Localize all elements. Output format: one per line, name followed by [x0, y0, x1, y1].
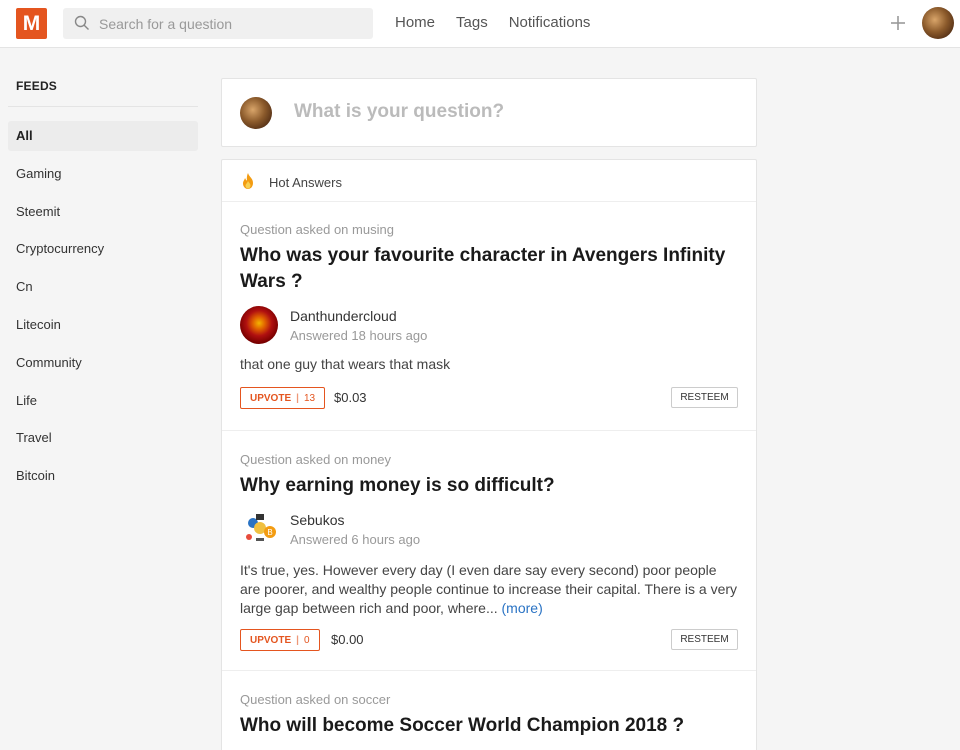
search-box[interactable] [63, 8, 373, 39]
feeds-title: FEEDS [8, 66, 198, 107]
main-column: What is your question? Hot Answers Quest… [221, 78, 757, 750]
user-avatar[interactable] [922, 7, 954, 39]
sidebar-item-bitcoin[interactable]: Bitcoin [8, 461, 198, 491]
more-link[interactable]: (more) [502, 600, 543, 616]
answer-card: Question asked on soccer Who will become… [222, 671, 756, 750]
nav-tags[interactable]: Tags [456, 14, 488, 31]
question-title[interactable]: Why earning money is so difficult? [240, 473, 738, 499]
ask-question-input[interactable]: What is your question? [294, 101, 504, 123]
answer-time: Answered 6 hours ago [290, 532, 421, 547]
author-avatar[interactable]: B [240, 510, 278, 548]
answer-text: It's true, yes. However every day (I eve… [240, 561, 738, 618]
question-meta[interactable]: Question asked on money [240, 452, 738, 467]
upvote-label: UPVOTE [250, 634, 292, 646]
author-avatar[interactable] [240, 306, 278, 344]
sidebar-item-gaming[interactable]: Gaming [8, 159, 198, 189]
sidebar-item-all[interactable]: All [8, 121, 198, 151]
upvote-count: 0 [303, 634, 310, 646]
answer-body: that one guy that wears that mask [240, 356, 451, 372]
answer-time: Answered 18 hours ago [290, 328, 428, 343]
add-icon[interactable] [888, 13, 908, 33]
answer-body: It's true, yes. However every day (I eve… [240, 562, 738, 616]
upvote-button[interactable]: UPVOTE | 13 [240, 387, 326, 409]
svg-text:B: B [267, 528, 272, 537]
author-name[interactable]: Sebukos [290, 512, 344, 528]
answer-actions: UPVOTE | 0 $0.00 RESTEEM [240, 629, 738, 653]
payout-value: $0.00 [331, 632, 364, 647]
upvote-separator: | [296, 392, 299, 404]
sidebar-item-travel[interactable]: Travel [8, 423, 198, 453]
fire-icon [243, 173, 253, 189]
question-title[interactable]: Who was your favourite character in Aven… [240, 243, 738, 295]
sidebar-item-cryptocurrency[interactable]: Cryptocurrency [8, 234, 198, 264]
main-nav: Home Tags Notifications [395, 14, 590, 31]
upvote-count: 13 [303, 392, 316, 404]
sidebar-item-steemit[interactable]: Steemit [8, 197, 198, 227]
hot-answers-header: Hot Answers [222, 160, 756, 202]
upvote-button[interactable]: UPVOTE | 0 [240, 629, 320, 651]
resteem-button[interactable]: RESTEEM [671, 387, 738, 408]
logo[interactable]: M [16, 8, 47, 39]
resteem-button[interactable]: RESTEEM [671, 629, 738, 650]
question-title[interactable]: Who will become Soccer World Champion 20… [240, 713, 738, 739]
hot-answers-label: Hot Answers [269, 175, 342, 190]
nav-home[interactable]: Home [395, 14, 435, 31]
answer-actions: UPVOTE | 13 $0.03 RESTEEM [240, 387, 738, 411]
search-icon [74, 15, 89, 30]
answer-text: that one guy that wears that mask [240, 355, 738, 374]
answer-card: Question asked on money Why earning mone… [222, 431, 756, 671]
sidebar: FEEDS All Gaming Steemit Cryptocurrency … [8, 66, 198, 499]
search-input[interactable] [99, 8, 364, 39]
author-name[interactable]: Danthundercloud [290, 308, 397, 324]
upvote-label: UPVOTE [250, 392, 292, 404]
sidebar-item-litecoin[interactable]: Litecoin [8, 310, 198, 340]
ask-avatar [240, 97, 272, 129]
question-meta[interactable]: Question asked on musing [240, 222, 738, 237]
sidebar-item-cn[interactable]: Cn [8, 272, 198, 302]
ask-question-box[interactable]: What is your question? [221, 78, 757, 147]
question-meta[interactable]: Question asked on soccer [240, 692, 738, 707]
answer-card: Question asked on musing Who was your fa… [222, 202, 756, 431]
nav-notifications[interactable]: Notifications [509, 14, 591, 31]
upvote-separator: | [296, 634, 299, 646]
sidebar-item-community[interactable]: Community [8, 348, 198, 378]
hot-answers-feed: Hot Answers Question asked on musing Who… [221, 159, 757, 750]
top-bar: M Home Tags Notifications [0, 0, 960, 48]
answer-author: B Sebukos Answered 6 hours ago [240, 510, 738, 550]
payout-value: $0.03 [334, 390, 367, 405]
answer-author: Danthundercloud Answered 18 hours ago [240, 306, 738, 346]
sidebar-item-life[interactable]: Life [8, 386, 198, 416]
